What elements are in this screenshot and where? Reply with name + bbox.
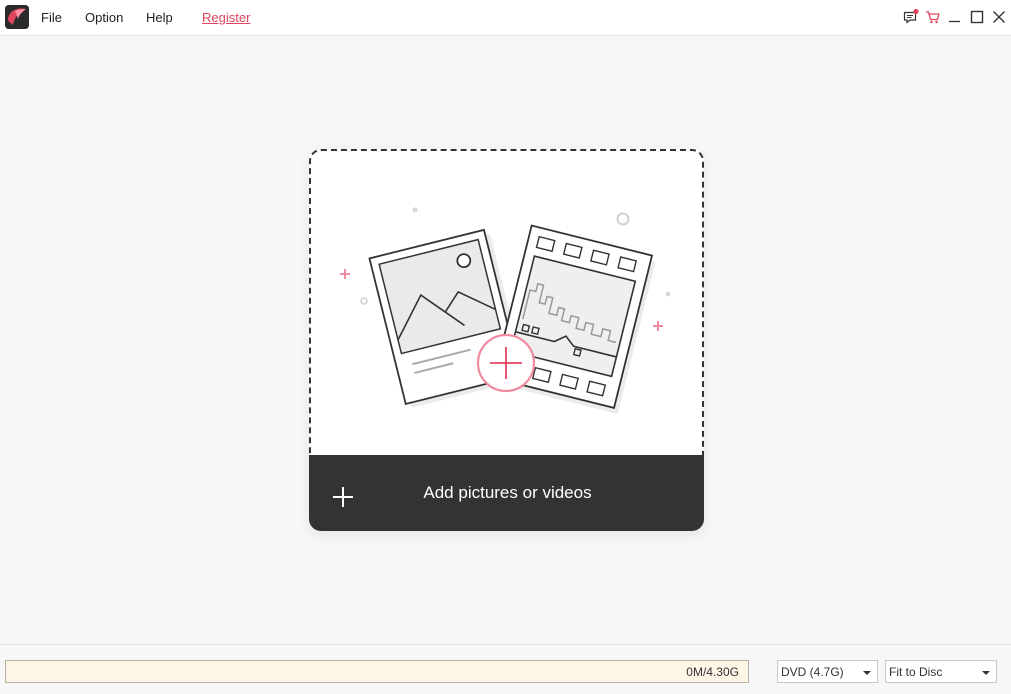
app-logo: [5, 5, 29, 29]
minimize-icon[interactable]: [946, 8, 964, 26]
close-icon[interactable]: [990, 8, 1008, 26]
media-illustration: [340, 207, 671, 414]
add-media-label: Add pictures or videos: [423, 483, 592, 502]
disc-type-select[interactable]: DVD (4.7G): [777, 660, 878, 683]
add-media-card: Add pictures or videos: [309, 149, 704, 531]
status-bar: 0M/4.30G DVD (4.7G) Fit to Disc: [0, 644, 1011, 694]
maximize-icon[interactable]: [968, 8, 986, 26]
register-link[interactable]: Register: [202, 10, 250, 25]
title-bar: File Option Help Register: [0, 0, 1011, 36]
disc-capacity-bar: 0M/4.30G: [5, 660, 749, 683]
fit-mode-select[interactable]: Fit to Disc: [885, 660, 997, 683]
dropdown-arrow-icon: [863, 671, 871, 675]
menu-help[interactable]: Help: [146, 10, 173, 25]
menu-option[interactable]: Option: [85, 10, 123, 25]
add-media-button[interactable]: Add pictures or videos: [309, 455, 704, 531]
drop-zone[interactable]: [309, 149, 704, 455]
menu-file[interactable]: File: [41, 10, 62, 25]
fit-mode-value: Fit to Disc: [889, 665, 943, 679]
disc-type-value: DVD (4.7G): [781, 665, 844, 679]
feedback-icon[interactable]: [902, 8, 920, 26]
capacity-text: 0M/4.30G: [686, 665, 739, 679]
dropdown-arrow-icon: [982, 671, 990, 675]
cart-icon[interactable]: [924, 8, 942, 26]
